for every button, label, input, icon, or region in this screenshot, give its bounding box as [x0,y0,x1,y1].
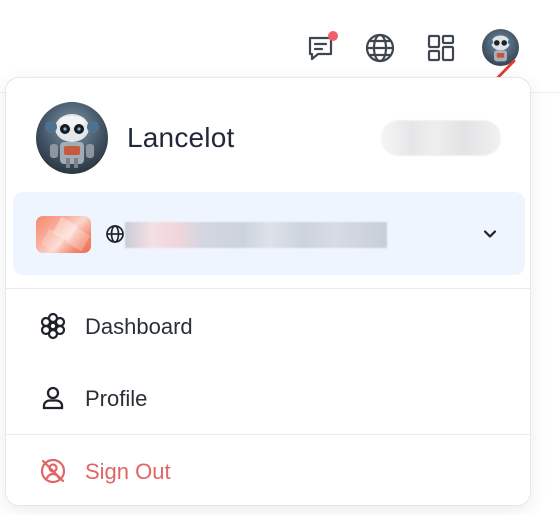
flower-dashboard-icon [40,312,66,340]
account-menu-panel: Lancelot Dashboard Profile Sign Out [5,77,531,506]
redacted-badge [381,120,501,156]
organization-selector[interactable] [13,192,525,275]
menu-item-label: Sign Out [85,459,171,484]
avatar [36,102,108,174]
robot-avatar-image [36,102,108,174]
menu-item-dashboard[interactable]: Dashboard [6,296,530,356]
menu-divider [6,288,530,289]
grid-apps-icon[interactable] [423,30,459,66]
organization-logo [36,216,91,253]
user-avatar-button[interactable] [482,29,519,66]
notification-dot [328,31,338,41]
menu-item-sign-out[interactable]: Sign Out [6,441,530,501]
globe-icon [106,225,124,243]
menu-item-label: Dashboard [85,314,193,339]
menu-divider [6,434,530,435]
page: Lancelot Dashboard Profile Sign Out [0,0,560,515]
menu-item-profile[interactable]: Profile [6,368,530,428]
profile-header: Lancelot [6,78,530,190]
globe-icon[interactable] [362,30,398,66]
user-icon [42,386,64,410]
chevron-down-icon[interactable] [480,224,500,244]
chat-notification-icon[interactable] [303,30,339,66]
username: Lancelot [127,122,235,153]
robot-avatar-image [482,29,519,66]
redacted-organization-name [125,222,387,248]
signout-icon [40,458,66,484]
menu-item-label: Profile [85,386,148,411]
